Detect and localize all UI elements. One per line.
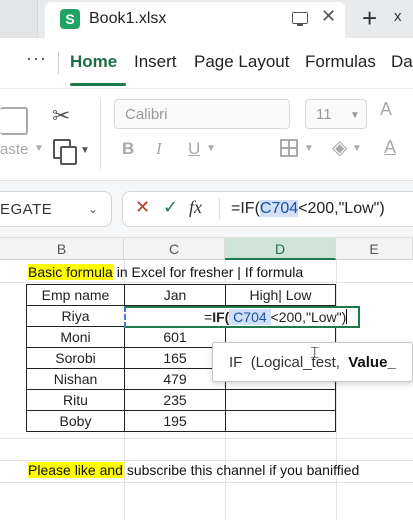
- title-bar: S Book1.xlsx ✕ + x: [0, 0, 413, 38]
- previous-tab-stub[interactable]: [0, 0, 38, 38]
- gridline: [0, 438, 413, 439]
- header-emp-name[interactable]: Emp name: [26, 284, 125, 306]
- italic-button[interactable]: I: [156, 139, 162, 159]
- cell-jan[interactable]: 165: [124, 347, 226, 369]
- banner-title: Basic formula in Excel for fresher | If …: [28, 264, 303, 280]
- column-header-d[interactable]: D: [225, 238, 336, 260]
- cell-jan[interactable]: 601: [124, 326, 226, 348]
- borders-dropdown-icon[interactable]: ▼: [304, 143, 314, 154]
- close-tab-icon[interactable]: ✕: [321, 6, 336, 27]
- tab-formulas[interactable]: Formulas: [305, 52, 376, 72]
- cell-name[interactable]: Sorobi: [26, 347, 125, 369]
- edit-function: IF(: [212, 309, 230, 325]
- cell-name[interactable]: Boby: [26, 410, 125, 432]
- font-size-dropdown-icon: ▼: [350, 110, 360, 121]
- tab-home[interactable]: Home: [70, 52, 117, 72]
- cell-name[interactable]: Nishan: [26, 368, 125, 390]
- active-tab-underline: [70, 83, 126, 86]
- underline-button[interactable]: U: [188, 139, 200, 159]
- cell-result[interactable]: [225, 410, 336, 432]
- font-color-icon[interactable]: A: [384, 137, 396, 158]
- ribbon: aste ▼ ✂ ▼ Calibri 11 ▼ A B I U ▼ ▼ ◈ ▼ …: [0, 88, 413, 180]
- tab-insert[interactable]: Insert: [134, 52, 177, 72]
- formula-prefix: =IF(: [231, 200, 260, 217]
- fill-color-icon[interactable]: ◈: [332, 135, 347, 160]
- cell-jan[interactable]: 479: [124, 368, 226, 390]
- text-caret: [346, 309, 348, 324]
- monitor-icon[interactable]: [292, 12, 308, 26]
- footer-rest: subscribe this channel if you baniffied: [122, 462, 360, 478]
- text-cursor-icon: ⌶: [310, 345, 320, 362]
- table-header-row: Emp name Jan High| Low: [26, 284, 336, 306]
- font-name-select[interactable]: Calibri: [114, 99, 290, 129]
- formula-input-area[interactable]: ✕ ✓ fx =IF(C704<200,"Low"): [122, 191, 413, 227]
- tab-page-layout[interactable]: Page Layout: [194, 52, 289, 72]
- gridline: [336, 260, 337, 520]
- banner-highlight: Basic formula: [28, 264, 113, 280]
- cell-jan[interactable]: 195: [124, 410, 226, 432]
- spreadsheet-logo-icon: S: [60, 9, 80, 29]
- active-cell-editor[interactable]: =IF( C704 <200,"Low"): [124, 306, 360, 328]
- document-title: Book1.xlsx: [89, 10, 167, 27]
- edit-prefix: =: [204, 309, 213, 325]
- column-header-e[interactable]: E: [336, 238, 413, 260]
- column-header-b[interactable]: B: [0, 238, 124, 260]
- edit-cell-reference: C704: [229, 309, 271, 325]
- underline-dropdown-icon[interactable]: ▼: [206, 143, 216, 154]
- copy-dropdown-icon[interactable]: ▼: [80, 145, 90, 156]
- menu-bar: ··· Home Insert Page Layout Formulas Da: [0, 38, 413, 88]
- cell-edit-text: =IF( C704 <200,"Low"): [204, 309, 348, 325]
- cell-name[interactable]: Moni: [26, 326, 125, 348]
- insert-function-icon[interactable]: fx: [189, 197, 202, 218]
- table-row: Boby 195: [26, 410, 336, 432]
- increase-font-icon[interactable]: A: [380, 99, 392, 120]
- chevron-down-icon[interactable]: ⌄: [88, 202, 98, 216]
- cell-name[interactable]: Riya: [26, 305, 125, 327]
- header-jan[interactable]: Jan: [124, 284, 226, 306]
- fill-color-dropdown-icon[interactable]: ▼: [352, 143, 362, 154]
- footer-highlight: Please like and: [28, 462, 123, 478]
- tooltip-arg-value[interactable]: Value_: [348, 354, 396, 371]
- cell-name[interactable]: Ritu: [26, 389, 125, 411]
- tooltip-arg-logical-test[interactable]: (Logical_test,: [251, 354, 340, 371]
- subscribe-message: Please like and subscribe this channel i…: [28, 462, 359, 478]
- next-tab-stub[interactable]: x: [394, 8, 402, 25]
- cell-jan[interactable]: 235: [124, 389, 226, 411]
- header-high-low[interactable]: High| Low: [225, 284, 336, 306]
- borders-icon[interactable]: [280, 139, 298, 157]
- gridline: [0, 460, 413, 461]
- cancel-icon[interactable]: ✕: [135, 197, 150, 218]
- new-tab-icon[interactable]: +: [362, 3, 377, 34]
- cut-icon[interactable]: ✂: [52, 103, 70, 129]
- font-size-select[interactable]: 11 ▼: [305, 99, 367, 129]
- menu-divider: [58, 52, 59, 74]
- gridline: [0, 282, 413, 283]
- formula-suffix: <200,"Low"): [298, 200, 385, 217]
- formula-bar: EGATE ⌄ ✕ ✓ fx =IF(C704<200,"Low"): [0, 180, 413, 238]
- banner-rest: in Excel for fresher | If formula: [112, 264, 304, 280]
- column-header-c[interactable]: C: [124, 238, 225, 260]
- paste-label[interactable]: aste: [0, 141, 28, 158]
- cell-result[interactable]: [225, 389, 336, 411]
- formula-text[interactable]: =IF(C704<200,"Low"): [231, 200, 385, 218]
- formula-divider: [219, 198, 220, 220]
- paste-dropdown-icon[interactable]: ▼: [34, 143, 44, 154]
- name-box[interactable]: EGATE ⌄: [0, 191, 112, 227]
- tab-data[interactable]: Da: [391, 52, 413, 72]
- formula-cell-reference: C704: [259, 200, 299, 217]
- font-size-value: 11: [316, 106, 332, 123]
- confirm-check-icon[interactable]: ✓: [163, 197, 178, 218]
- name-box-value: EGATE: [0, 201, 53, 218]
- bold-button[interactable]: B: [122, 139, 134, 159]
- document-tab[interactable]: S Book1.xlsx ✕: [45, 2, 345, 38]
- copy-icon[interactable]: [53, 139, 77, 165]
- gridline: [0, 482, 413, 483]
- tooltip-function: IF: [229, 354, 243, 371]
- edit-suffix: <200,"Low": [270, 309, 342, 325]
- table-row: Ritu 235: [26, 389, 336, 411]
- more-menu-icon[interactable]: ···: [26, 48, 47, 69]
- ribbon-separator: [100, 99, 101, 169]
- paste-icon[interactable]: [0, 107, 28, 135]
- font-name-value: Calibri: [125, 106, 168, 123]
